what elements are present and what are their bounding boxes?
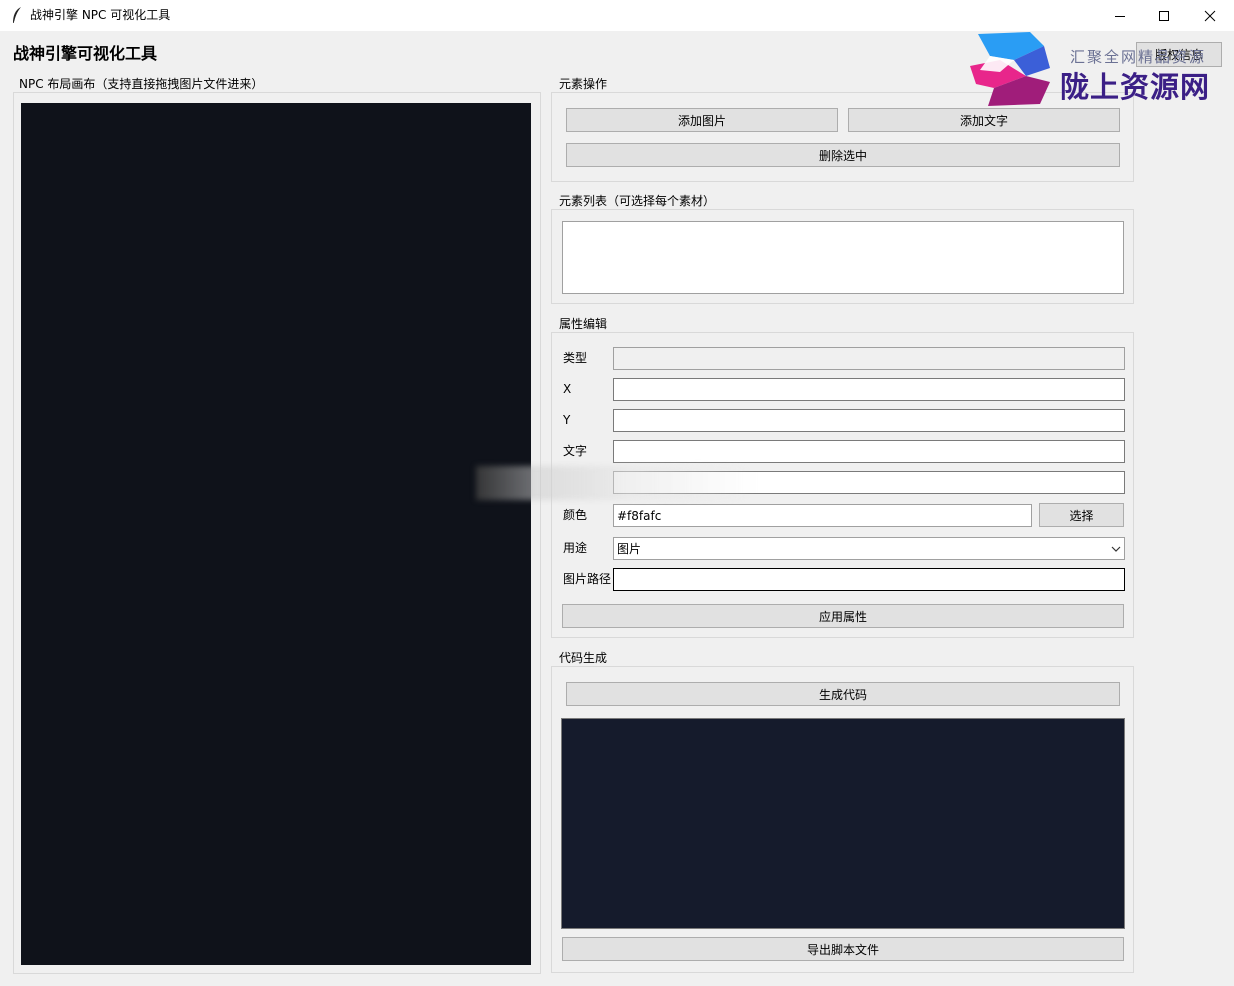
npc-layout-canvas[interactable]: [21, 103, 531, 965]
delete-selected-button[interactable]: 删除选中: [566, 143, 1120, 167]
watermark-site-name: 陇上资源网: [1060, 70, 1211, 104]
maximize-button[interactable]: [1141, 0, 1187, 31]
close-button[interactable]: [1187, 0, 1233, 31]
apply-properties-button[interactable]: 应用属性: [562, 604, 1124, 628]
y-label: Y: [563, 413, 571, 427]
add-image-button[interactable]: 添加图片: [566, 108, 838, 132]
text-label: 文字: [563, 444, 588, 458]
x-label: X: [563, 382, 572, 396]
codegen-label: 代码生成: [556, 651, 611, 666]
generate-code-label: 生成代码: [818, 687, 867, 702]
generate-code-button[interactable]: 生成代码: [566, 682, 1120, 706]
delete-selected-label: 删除选中: [818, 148, 867, 163]
type-field: [613, 347, 1125, 370]
export-script-label: 导出脚本文件: [806, 942, 879, 957]
add-text-button[interactable]: 添加文字: [848, 108, 1120, 132]
x-field[interactable]: [613, 378, 1125, 401]
minimize-icon: [1115, 15, 1125, 17]
watermark-logo-icon: [970, 32, 1052, 106]
image-path-label: 图片路径: [563, 572, 612, 586]
element-list-label: 元素列表（可选择每个素材）: [556, 194, 719, 209]
color-pick-label: 选择: [1069, 508, 1094, 523]
color-field[interactable]: #f8fafc: [613, 504, 1032, 527]
usage-label: 用途: [563, 541, 588, 555]
properties-label: 属性编辑: [556, 317, 611, 332]
minimize-button[interactable]: [1097, 0, 1143, 31]
y-field[interactable]: [613, 409, 1125, 432]
element-ops-label: 元素操作: [556, 77, 611, 92]
maximize-icon: [1159, 10, 1169, 21]
chevron-down-icon: [1111, 546, 1121, 552]
window-title: 战神引擎 NPC 可视化工具: [30, 8, 171, 22]
text-field[interactable]: [613, 440, 1125, 463]
code-output[interactable]: [561, 718, 1125, 929]
canvas-group-label: NPC 布局画布（支持直接拖拽图片文件进来）: [16, 77, 267, 92]
usage-select[interactable]: 图片: [613, 537, 1125, 560]
image-path-field[interactable]: [613, 568, 1125, 591]
blurred-overlay: [476, 466, 756, 500]
element-listbox[interactable]: [562, 221, 1124, 294]
apply-properties-label: 应用属性: [818, 609, 867, 624]
page-title: 战神引擎可视化工具: [13, 44, 158, 63]
close-icon: [1204, 10, 1216, 21]
add-image-label: 添加图片: [677, 113, 726, 128]
color-label: 颜色: [563, 508, 588, 522]
feather-icon: [11, 6, 23, 24]
usage-select-value: 图片: [617, 542, 642, 556]
type-label: 类型: [563, 351, 588, 365]
color-pick-button[interactable]: 选择: [1039, 503, 1124, 527]
export-script-button[interactable]: 导出脚本文件: [562, 937, 1124, 961]
watermark-tagline: 汇聚全网精品资源: [1070, 48, 1207, 66]
window-titlebar: 战神引擎 NPC 可视化工具: [0, 0, 1234, 31]
add-text-label: 添加文字: [959, 113, 1008, 128]
